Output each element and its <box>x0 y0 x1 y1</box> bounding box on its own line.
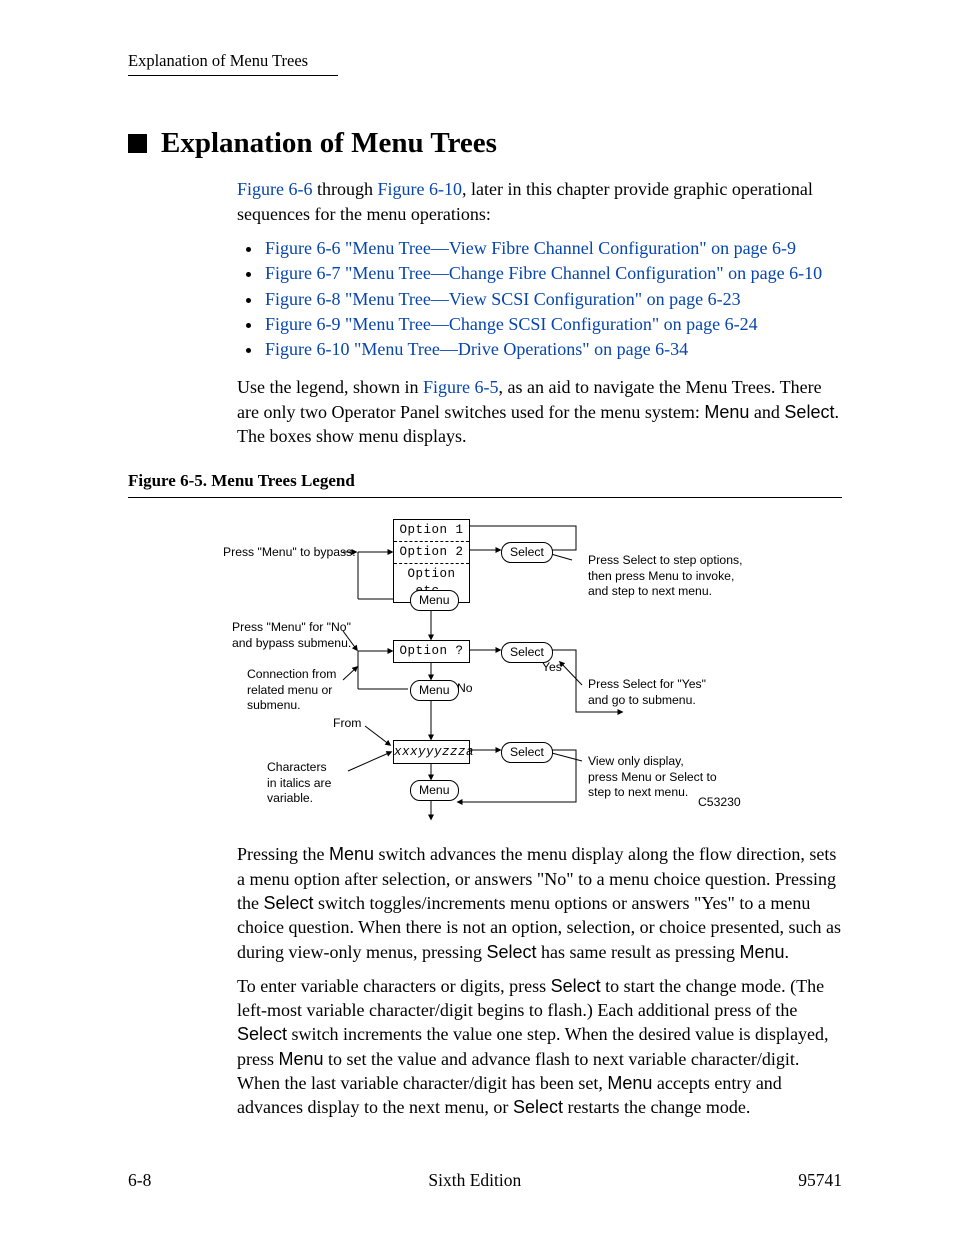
list-item: Figure 6-9 "Menu Tree—Change SCSI Config… <box>263 312 842 336</box>
menu-oval: Menu <box>410 590 459 610</box>
note-italics-variable: Characters in italics are variable. <box>267 760 331 806</box>
note-connection: Connection from related menu or submenu. <box>247 667 336 713</box>
list-item: Figure 6-10 "Menu Tree—Drive Operations"… <box>263 337 842 361</box>
doc-number: 95741 <box>798 1169 842 1193</box>
intro-paragraph: Figure 6-6 through Figure 6-10, later in… <box>237 177 842 226</box>
running-header: Explanation of Menu Trees <box>128 50 338 76</box>
select-switch-label: Select <box>237 1024 287 1044</box>
text: restarts the change mode. <box>563 1097 750 1117</box>
select-switch-label: Select <box>486 942 536 962</box>
menu-oval: Menu <box>410 680 459 700</box>
text: press Menu or Select to <box>588 770 717 785</box>
text: Pressing the <box>237 844 329 864</box>
text: View only display, <box>588 754 717 769</box>
text: and go to submenu. <box>588 693 706 708</box>
select-oval: Select <box>501 542 553 562</box>
section-heading: Explanation of Menu Trees <box>128 124 842 163</box>
text: Use the legend, shown in <box>237 377 423 397</box>
body-paragraph-2: To enter variable characters or digits, … <box>237 974 842 1120</box>
note-press-menu-no: Press "Menu" for "No" and bypass submenu… <box>232 620 351 651</box>
select-switch-label: Select <box>784 402 834 422</box>
text: . <box>785 942 790 962</box>
square-bullet-icon <box>128 134 147 153</box>
variable-box: xxxyyyzzza <box>393 740 470 764</box>
select-oval: Select <box>501 742 553 762</box>
text: Press Select to step options, <box>588 553 742 568</box>
menu-switch-label: Menu <box>607 1073 652 1093</box>
list-item: Figure 6-8 "Menu Tree—View SCSI Configur… <box>263 287 842 311</box>
text: and <box>749 402 784 422</box>
select-switch-label: Select <box>513 1097 563 1117</box>
figure-caption: Figure 6-5. Menu Trees Legend <box>128 470 842 493</box>
diagram-code: C53230 <box>698 795 741 810</box>
option-2-label: Option 2 <box>394 542 469 563</box>
yes-label: Yes <box>542 660 562 675</box>
text: related menu or <box>247 683 336 698</box>
select-switch-label: Select <box>264 893 314 913</box>
menu-tree-legend-diagram: Option 1 Option 2 Option etc. Select Men… <box>128 512 842 822</box>
list-item: Figure 6-6 "Menu Tree—View Fibre Channel… <box>263 236 842 260</box>
link-fig-6-5[interactable]: Figure 6-5 <box>423 377 499 397</box>
from-label: From <box>333 716 361 731</box>
note-press-select-step: Press Select to step options, then press… <box>588 553 742 599</box>
note-view-only: View only display, press Menu or Select … <box>588 754 717 800</box>
variable-text: xxxyyyzzza <box>394 745 474 759</box>
link-fig-6-7-full[interactable]: Figure 6-7 "Menu Tree—Change Fibre Chann… <box>265 263 822 283</box>
body-paragraph-1: Pressing the Menu switch advances the me… <box>237 842 842 963</box>
text: has same result as pressing <box>537 942 740 962</box>
menu-oval: Menu <box>410 780 459 800</box>
text: and bypass submenu. <box>232 636 351 651</box>
select-switch-label: Select <box>551 976 601 996</box>
legend-paragraph: Use the legend, shown in Figure 6-5, as … <box>237 375 842 448</box>
option-1-label: Option 1 <box>394 520 469 541</box>
page-footer: 6-8 Sixth Edition 95741 <box>128 1169 842 1193</box>
bullet-list: Figure 6-6 "Menu Tree—View Fibre Channel… <box>237 236 842 361</box>
text: then press Menu to invoke, <box>588 569 742 584</box>
text: Press Select for "Yes" <box>588 677 706 692</box>
link-fig-6-10-full[interactable]: Figure 6-10 "Menu Tree—Drive Operations"… <box>265 339 688 359</box>
heading-text: Explanation of Menu Trees <box>161 124 497 163</box>
text: Connection from <box>247 667 336 682</box>
menu-switch-label: Menu <box>279 1049 324 1069</box>
no-label: No <box>457 681 473 696</box>
text: Press "Menu" for "No" <box>232 620 351 635</box>
option-question-box: Option ? <box>393 640 470 663</box>
text: variable. <box>267 791 331 806</box>
note-press-menu-bypass: Press "Menu" to bypass. <box>223 545 356 560</box>
figure-rule <box>128 497 842 498</box>
text: and step to next menu. <box>588 584 742 599</box>
page-number: 6-8 <box>128 1169 151 1193</box>
link-fig-6-8-full[interactable]: Figure 6-8 "Menu Tree—View SCSI Configur… <box>265 289 741 309</box>
text: through <box>313 179 378 199</box>
link-fig-6-6-full[interactable]: Figure 6-6 "Menu Tree—View Fibre Channel… <box>265 238 796 258</box>
link-fig-6-9-full[interactable]: Figure 6-9 "Menu Tree—Change SCSI Config… <box>265 314 758 334</box>
note-press-select-yes: Press Select for "Yes" and go to submenu… <box>588 677 706 708</box>
text: To enter variable characters or digits, … <box>237 976 551 996</box>
text: submenu. <box>247 698 336 713</box>
edition-label: Sixth Edition <box>428 1169 521 1193</box>
link-fig-6-10[interactable]: Figure 6-10 <box>378 179 463 199</box>
menu-switch-label: Menu <box>329 844 374 864</box>
menu-switch-label: Menu <box>739 942 784 962</box>
menu-switch-label: Menu <box>704 402 749 422</box>
link-fig-6-6[interactable]: Figure 6-6 <box>237 179 313 199</box>
list-item: Figure 6-7 "Menu Tree—Change Fibre Chann… <box>263 261 842 285</box>
text: in italics are <box>267 776 331 791</box>
text: Characters <box>267 760 331 775</box>
